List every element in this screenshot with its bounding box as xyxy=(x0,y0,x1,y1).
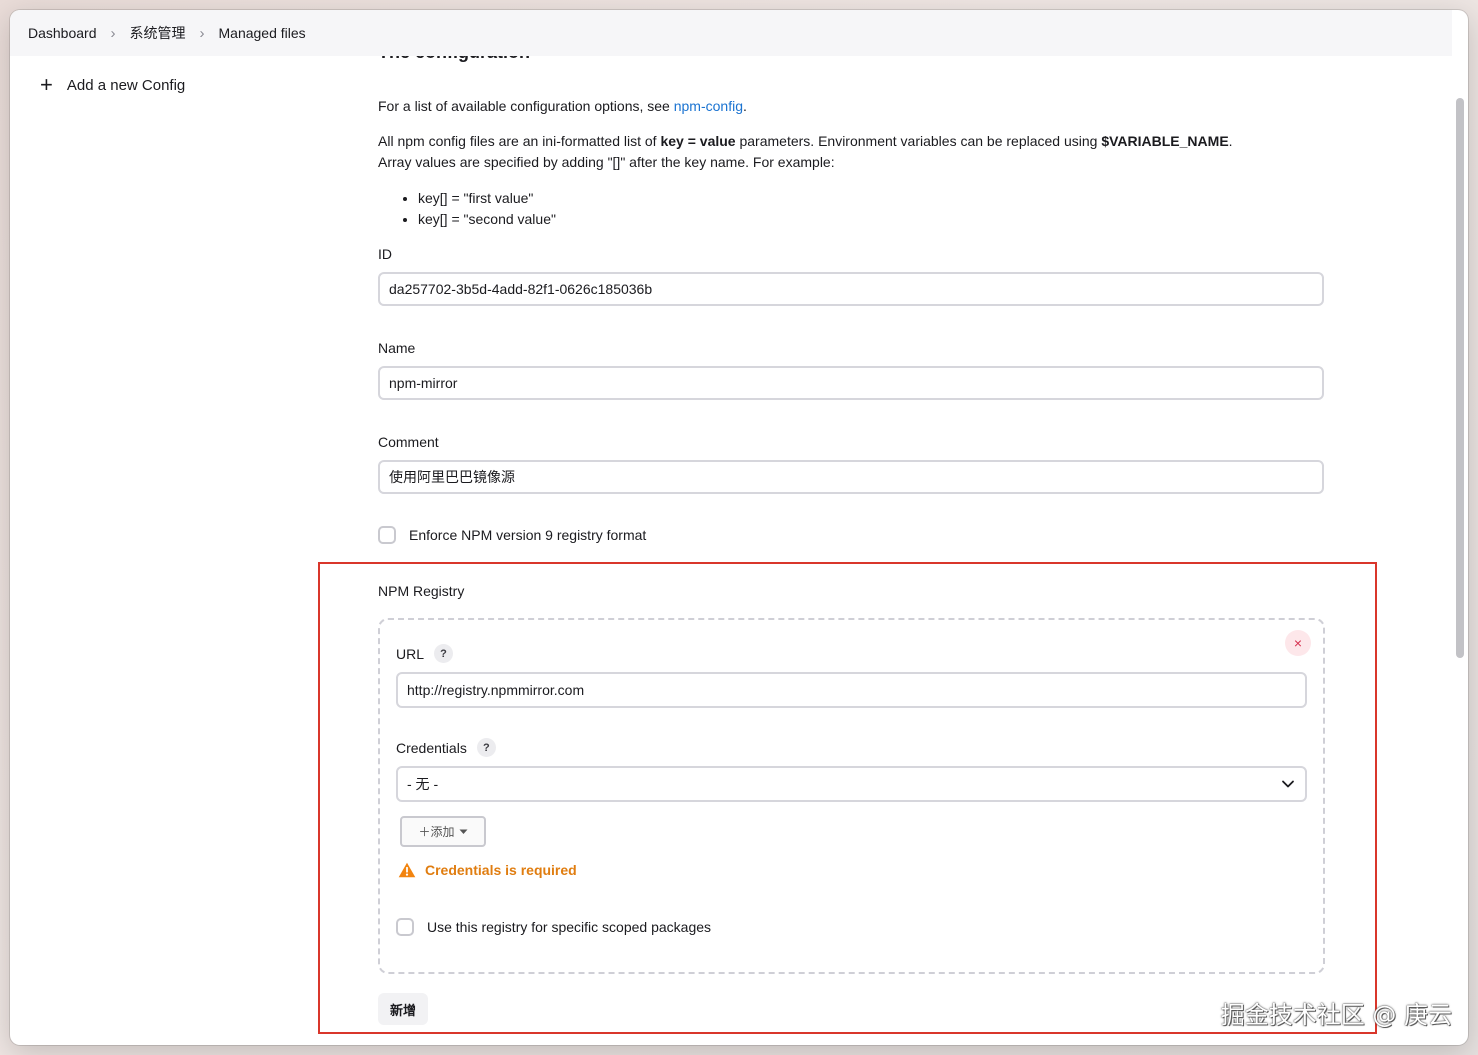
credentials-label: Credentials xyxy=(396,739,467,756)
npm-config-link[interactable]: npm-config xyxy=(674,98,743,114)
intro-paragraph: For a list of available configuration op… xyxy=(378,96,747,117)
breadcrumb-managed-files[interactable]: Managed files xyxy=(219,25,306,41)
breadcrumb-dashboard[interactable]: Dashboard xyxy=(28,25,97,41)
breadcrumb-separator-icon: › xyxy=(199,24,205,42)
breadcrumb-separator-icon: › xyxy=(110,24,116,42)
enforce-npm9-checkbox[interactable] xyxy=(378,526,396,544)
enforce-npm9-row: Enforce NPM version 9 registry format xyxy=(378,526,646,544)
list-item: key[] = "first value" xyxy=(418,188,556,209)
examples-list: key[] = "first value" key[] = "second va… xyxy=(378,188,556,230)
delete-registry-button[interactable]: × xyxy=(1285,630,1311,656)
desc-key: key = value xyxy=(660,133,736,149)
id-label: ID xyxy=(378,246,392,262)
credentials-warning: Credentials is required xyxy=(398,862,577,878)
credentials-label-row: Credentials ? xyxy=(396,738,496,757)
help-icon[interactable]: ? xyxy=(476,738,496,757)
sidebar-item-add-config[interactable]: + Add a new Config xyxy=(40,74,185,96)
sidebar-item-label: Add a new Config xyxy=(66,76,186,94)
watermark: 掘金技术社区 @ 庚云 xyxy=(1220,1001,1452,1029)
comment-field[interactable] xyxy=(378,460,1324,494)
registry-entry: × URL ? Credentials ? - 无 - ＋添加 xyxy=(378,618,1325,974)
name-field[interactable] xyxy=(378,366,1324,400)
desc-text: parameters. Environment variables can be… xyxy=(735,133,1102,149)
desc-text: . xyxy=(1228,133,1233,149)
caret-down-icon xyxy=(459,829,467,834)
desc-line2: Array values are specified by adding "[]… xyxy=(378,154,835,170)
intro-text: For a list of available configuration op… xyxy=(378,98,674,114)
browser-window: Dashboard › 系统管理 › Managed files + Add a… xyxy=(10,10,1468,1045)
credentials-selected-value: - 无 - xyxy=(407,776,439,792)
name-label: Name xyxy=(378,340,416,356)
add-credentials-button[interactable]: ＋添加 xyxy=(400,816,486,847)
id-field[interactable] xyxy=(378,272,1324,306)
credentials-select[interactable]: - 无 - xyxy=(396,766,1307,802)
list-item: key[] = "second value" xyxy=(418,209,556,230)
desc-var: $VARIABLE_NAME xyxy=(1101,133,1229,149)
close-icon: × xyxy=(1293,635,1303,651)
scoped-packages-checkbox[interactable] xyxy=(396,918,414,936)
help-icon[interactable]: ? xyxy=(434,644,454,663)
url-field[interactable] xyxy=(396,672,1307,708)
desc-text: All npm config files are an ini-formatte… xyxy=(378,133,661,149)
url-label: URL xyxy=(396,645,425,662)
enforce-npm9-label: Enforce NPM version 9 registry format xyxy=(409,527,647,543)
chevron-down-icon xyxy=(1282,780,1294,788)
comment-label: Comment xyxy=(378,434,439,450)
warning-icon xyxy=(398,862,416,878)
breadcrumb-system-management[interactable]: 系统管理 xyxy=(130,23,186,43)
url-label-row: URL ? xyxy=(396,644,454,663)
add-credentials-label: ＋添加 xyxy=(418,825,455,839)
scoped-packages-row: Use this registry for specific scoped pa… xyxy=(396,918,711,936)
breadcrumb: Dashboard › 系统管理 › Managed files xyxy=(10,10,1452,56)
intro-end: . xyxy=(743,98,747,114)
scoped-packages-label: Use this registry for specific scoped pa… xyxy=(427,919,712,935)
warning-text: Credentials is required xyxy=(425,862,577,878)
add-registry-button[interactable]: 新增 xyxy=(378,993,428,1025)
description-paragraph: All npm config files are an ini-formatte… xyxy=(378,131,1233,173)
plus-icon: + xyxy=(40,72,53,97)
scrollbar[interactable] xyxy=(1456,98,1464,658)
